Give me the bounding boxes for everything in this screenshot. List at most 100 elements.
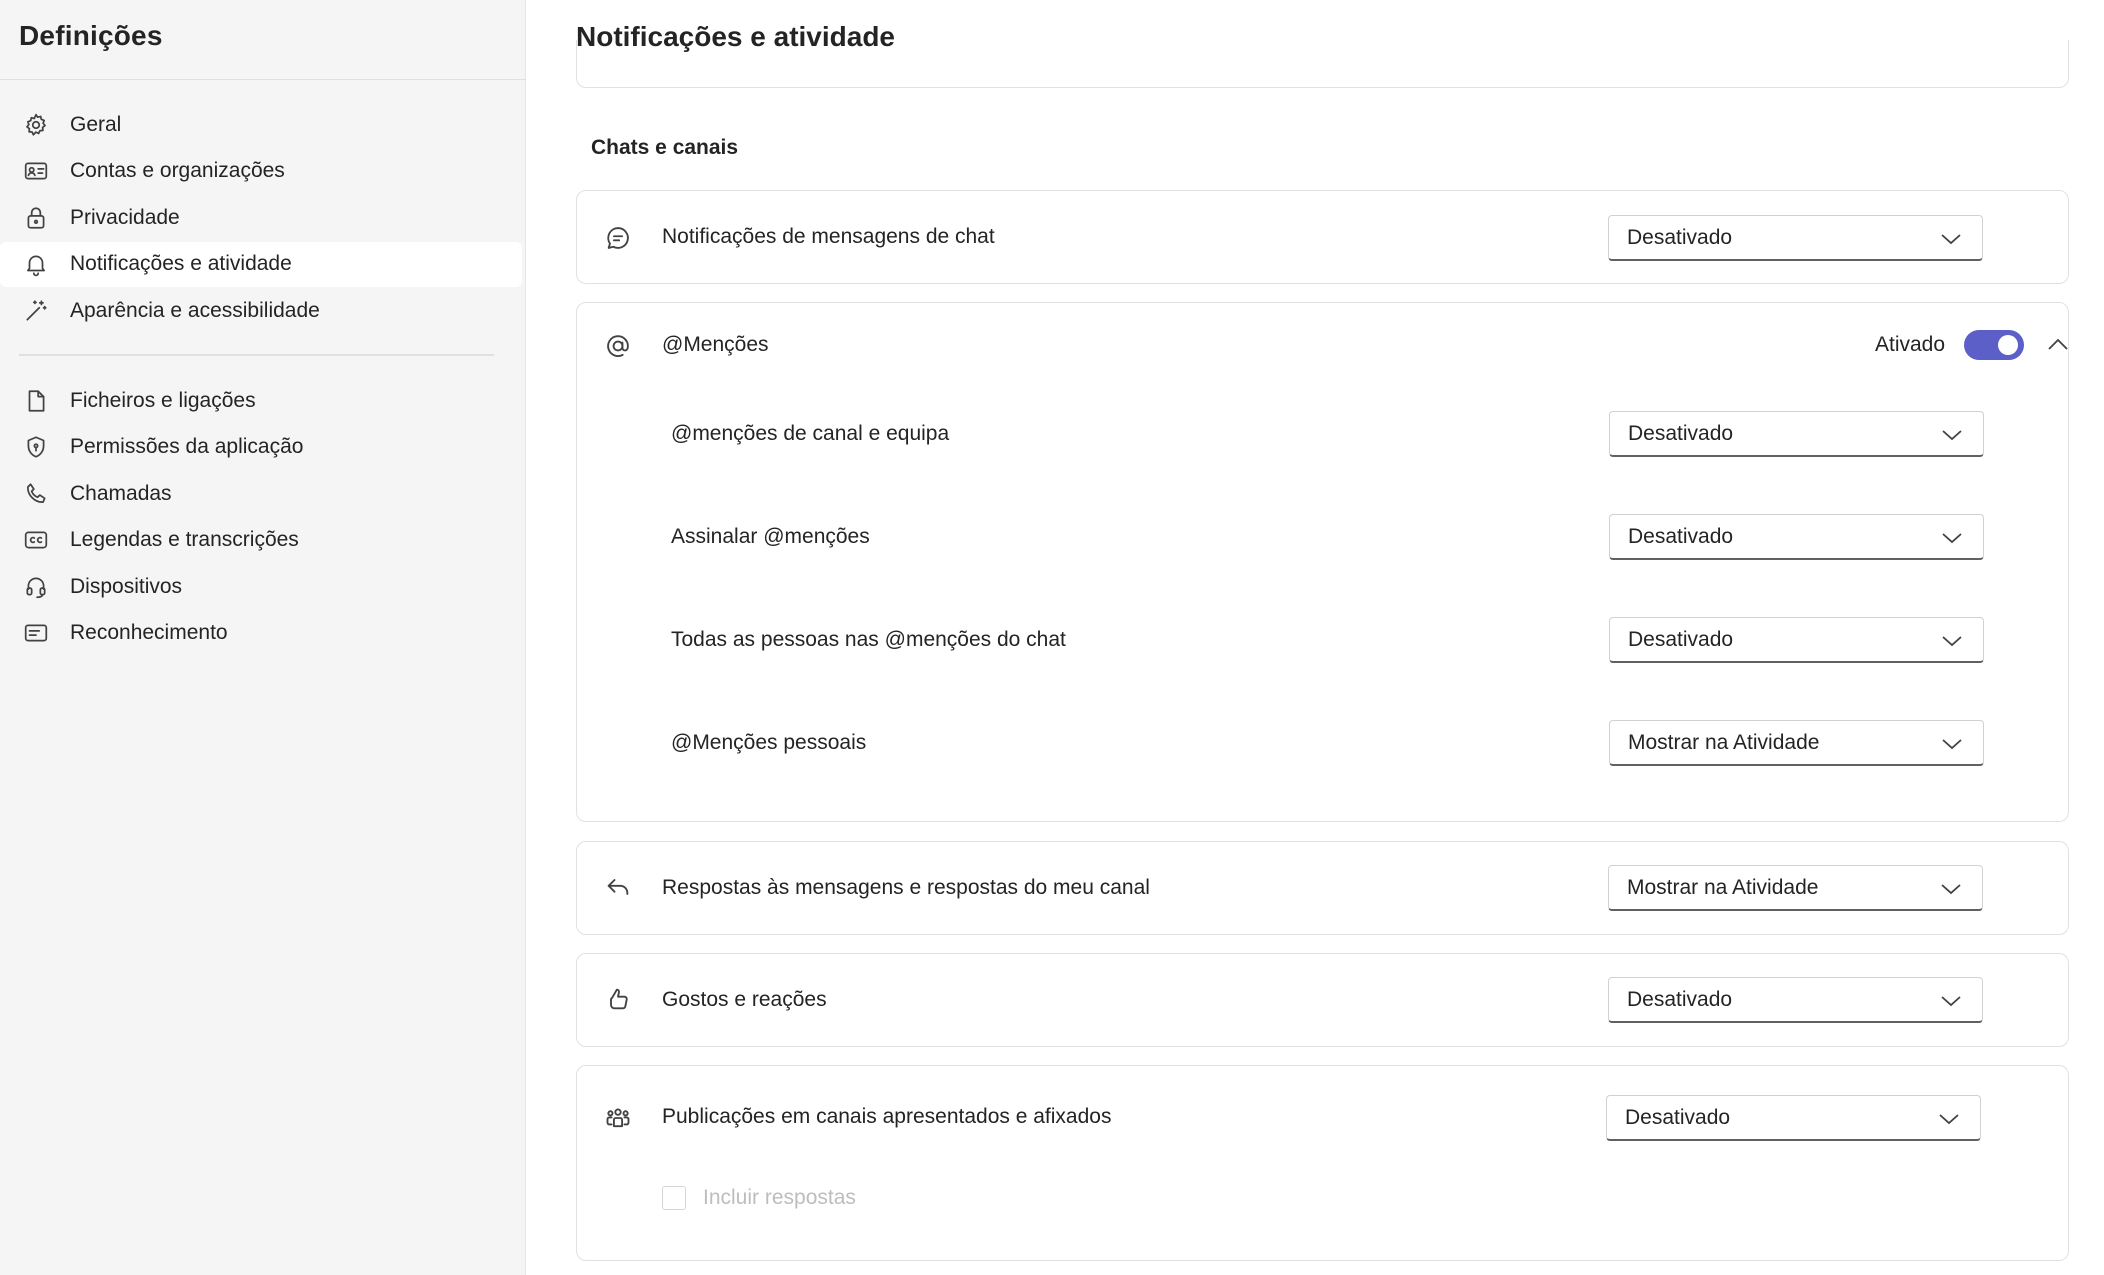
dropdown-value: Mostrar na Atividade <box>1628 730 1820 754</box>
mention-sub-row: @Menções pessoais Mostrar na Atividade <box>577 720 2068 770</box>
phone-icon <box>22 480 50 508</box>
sidebar-item-calls[interactable]: Chamadas <box>0 471 522 516</box>
channel-team-mentions-dropdown[interactable]: Desativado <box>1609 411 1984 457</box>
sidebar-item-label: Reconhecimento <box>70 621 228 644</box>
chevron-down-icon <box>1941 425 1963 445</box>
sidebar-item-accounts[interactable]: Contas e organizações <box>0 149 522 194</box>
personal-mentions-dropdown[interactable]: Mostrar na Atividade <box>1609 720 1984 766</box>
divider <box>0 79 526 80</box>
mention-sub-row: Assinalar @menções Desativado <box>577 514 2068 564</box>
settings-sidebar: Definições Geral Contas e organizações P… <box>0 0 526 1275</box>
chat-notifications-card: Notificações de mensagens de chat Desati… <box>576 190 2069 284</box>
chevron-down-icon <box>1940 229 1962 249</box>
setting-label: Todas as pessoas nas @menções do chat <box>671 628 1066 651</box>
sidebar-item-devices[interactable]: Dispositivos <box>0 564 522 609</box>
setting-label: @Menções pessoais <box>671 731 867 754</box>
chevron-down-icon <box>1938 1109 1960 1129</box>
bell-icon <box>22 250 50 278</box>
likes-row: Gostos e reações Desativado <box>577 954 2068 1048</box>
setting-label: Gostos e reações <box>662 988 827 1011</box>
include-replies-checkbox[interactable] <box>662 1186 686 1210</box>
sidebar-item-files[interactable]: Ficheiros e ligações <box>0 378 522 423</box>
mention-sub-row: Todas as pessoas nas @menções do chat De… <box>577 617 2068 667</box>
checkbox-label: Incluir respostas <box>703 1186 856 1209</box>
divider <box>19 354 494 356</box>
divider <box>527 79 2104 80</box>
mentions-toggle[interactable] <box>1964 330 2024 360</box>
dropdown-value: Desativado <box>1627 225 1733 249</box>
setting-label: Assinalar @menções <box>671 525 870 548</box>
page-title: Notificações e atividade <box>576 21 896 52</box>
collapse-button[interactable] <box>2044 331 2072 359</box>
sidebar-item-label: Geral <box>70 112 122 136</box>
featured-posts-card: Publicações em canais apresentados e afi… <box>576 1065 2069 1261</box>
chevron-down-icon <box>1940 879 1962 899</box>
chevron-down-icon <box>1940 991 1962 1011</box>
chat-notifications-row: Notificações de mensagens de chat Desati… <box>577 191 2068 285</box>
setting-label: Publicações em canais apresentados e afi… <box>662 1105 1112 1128</box>
dropdown-value: Desativado <box>1628 524 1734 548</box>
toggle-knob <box>1998 335 2018 355</box>
at-sign-icon <box>601 329 635 363</box>
sidebar-title: Definições <box>19 20 163 51</box>
sidebar-item-label: Aparência e acessibilidade <box>70 298 320 322</box>
mentions-card: @Menções Ativado @menções de canal e equ… <box>576 302 2069 822</box>
dropdown-value: Desativado <box>1628 627 1734 651</box>
sidebar-item-appearance[interactable]: Aparência e acessibilidade <box>0 288 522 333</box>
toggle-state-label: Ativado <box>1875 333 1946 356</box>
sidebar-item-recognition[interactable]: Reconhecimento <box>0 611 522 656</box>
sidebar-item-notifications[interactable]: Notificações e atividade <box>0 241 522 287</box>
mentions-header-row: @Menções Ativado <box>577 303 2068 389</box>
setting-label: Notificações de mensagens de chat <box>662 225 995 248</box>
gear-icon <box>22 111 50 139</box>
replies-row: Respostas às mensagens e respostas do me… <box>577 842 2068 936</box>
sidebar-item-label: Permissões da aplicação <box>70 435 304 458</box>
sidebar-item-captions[interactable]: Legendas e transcrições <box>0 518 522 563</box>
sidebar-item-privacy[interactable]: Privacidade <box>0 195 522 240</box>
section-title: Chats e canais <box>591 136 739 159</box>
lock-icon <box>22 204 50 232</box>
everyone-chat-mentions-dropdown[interactable]: Desativado <box>1609 617 1984 663</box>
replies-card: Respostas às mensagens e respostas do me… <box>576 841 2069 935</box>
likes-card: Gostos e reações Desativado <box>576 953 2069 1047</box>
chat-notifications-dropdown[interactable]: Desativado <box>1608 215 1983 261</box>
sidebar-item-label: Ficheiros e ligações <box>70 388 256 412</box>
thumbs-up-icon <box>601 982 635 1016</box>
chevron-down-icon <box>1941 528 1963 548</box>
featured-posts-row: Publicações em canais apresentados e afi… <box>577 1066 2068 1172</box>
dropdown-value: Desativado <box>1627 987 1733 1011</box>
chat-bubble-icon <box>601 221 635 255</box>
chevron-down-icon <box>1941 734 1963 754</box>
likes-dropdown[interactable]: Desativado <box>1608 977 1983 1023</box>
dropdown-value: Mostrar na Atividade <box>1627 875 1819 899</box>
dropdown-value: Desativado <box>1628 421 1734 445</box>
sidebar-item-general[interactable]: Geral <box>0 102 522 147</box>
settings-main: Notificações e atividade Chats e canais … <box>527 0 2104 1275</box>
sidebar-item-label: Notificações e atividade <box>70 252 292 275</box>
sidebar-item-label: Dispositivos <box>70 574 183 598</box>
sidebar-item-app-permissions[interactable]: Permissões da aplicação <box>0 425 522 470</box>
closed-caption-icon <box>22 526 50 554</box>
mention-sub-row: @menções de canal e equipa Desativado <box>577 411 2068 461</box>
flag-mentions-dropdown[interactable]: Desativado <box>1609 514 1984 560</box>
replies-dropdown[interactable]: Mostrar na Atividade <box>1608 865 1983 911</box>
sidebar-item-label: Privacidade <box>70 205 180 229</box>
setting-label: @menções de canal e equipa <box>671 422 950 445</box>
chevron-up-icon <box>2048 338 2068 350</box>
shield-icon <box>22 433 50 461</box>
nav-group-top: Geral Contas e organizações Privacidade … <box>0 102 526 335</box>
include-replies-row: Incluir respostas <box>577 1178 2068 1218</box>
nav-group-bottom: Ficheiros e ligações Permissões da aplic… <box>0 378 526 657</box>
sidebar-item-label: Contas e organizações <box>70 159 285 182</box>
people-team-icon <box>601 1101 635 1135</box>
magic-wand-icon <box>22 297 50 325</box>
featured-posts-dropdown[interactable]: Desativado <box>1606 1095 1981 1141</box>
reply-arrow-icon <box>601 870 635 904</box>
document-icon <box>22 387 50 415</box>
sidebar-item-label: Legendas e transcrições <box>70 528 299 551</box>
sidebar-item-label: Chamadas <box>70 481 172 505</box>
text-box-icon <box>22 619 50 647</box>
setting-label: @Menções <box>662 333 769 356</box>
dropdown-value: Desativado <box>1625 1105 1731 1129</box>
chevron-down-icon <box>1941 631 1963 651</box>
